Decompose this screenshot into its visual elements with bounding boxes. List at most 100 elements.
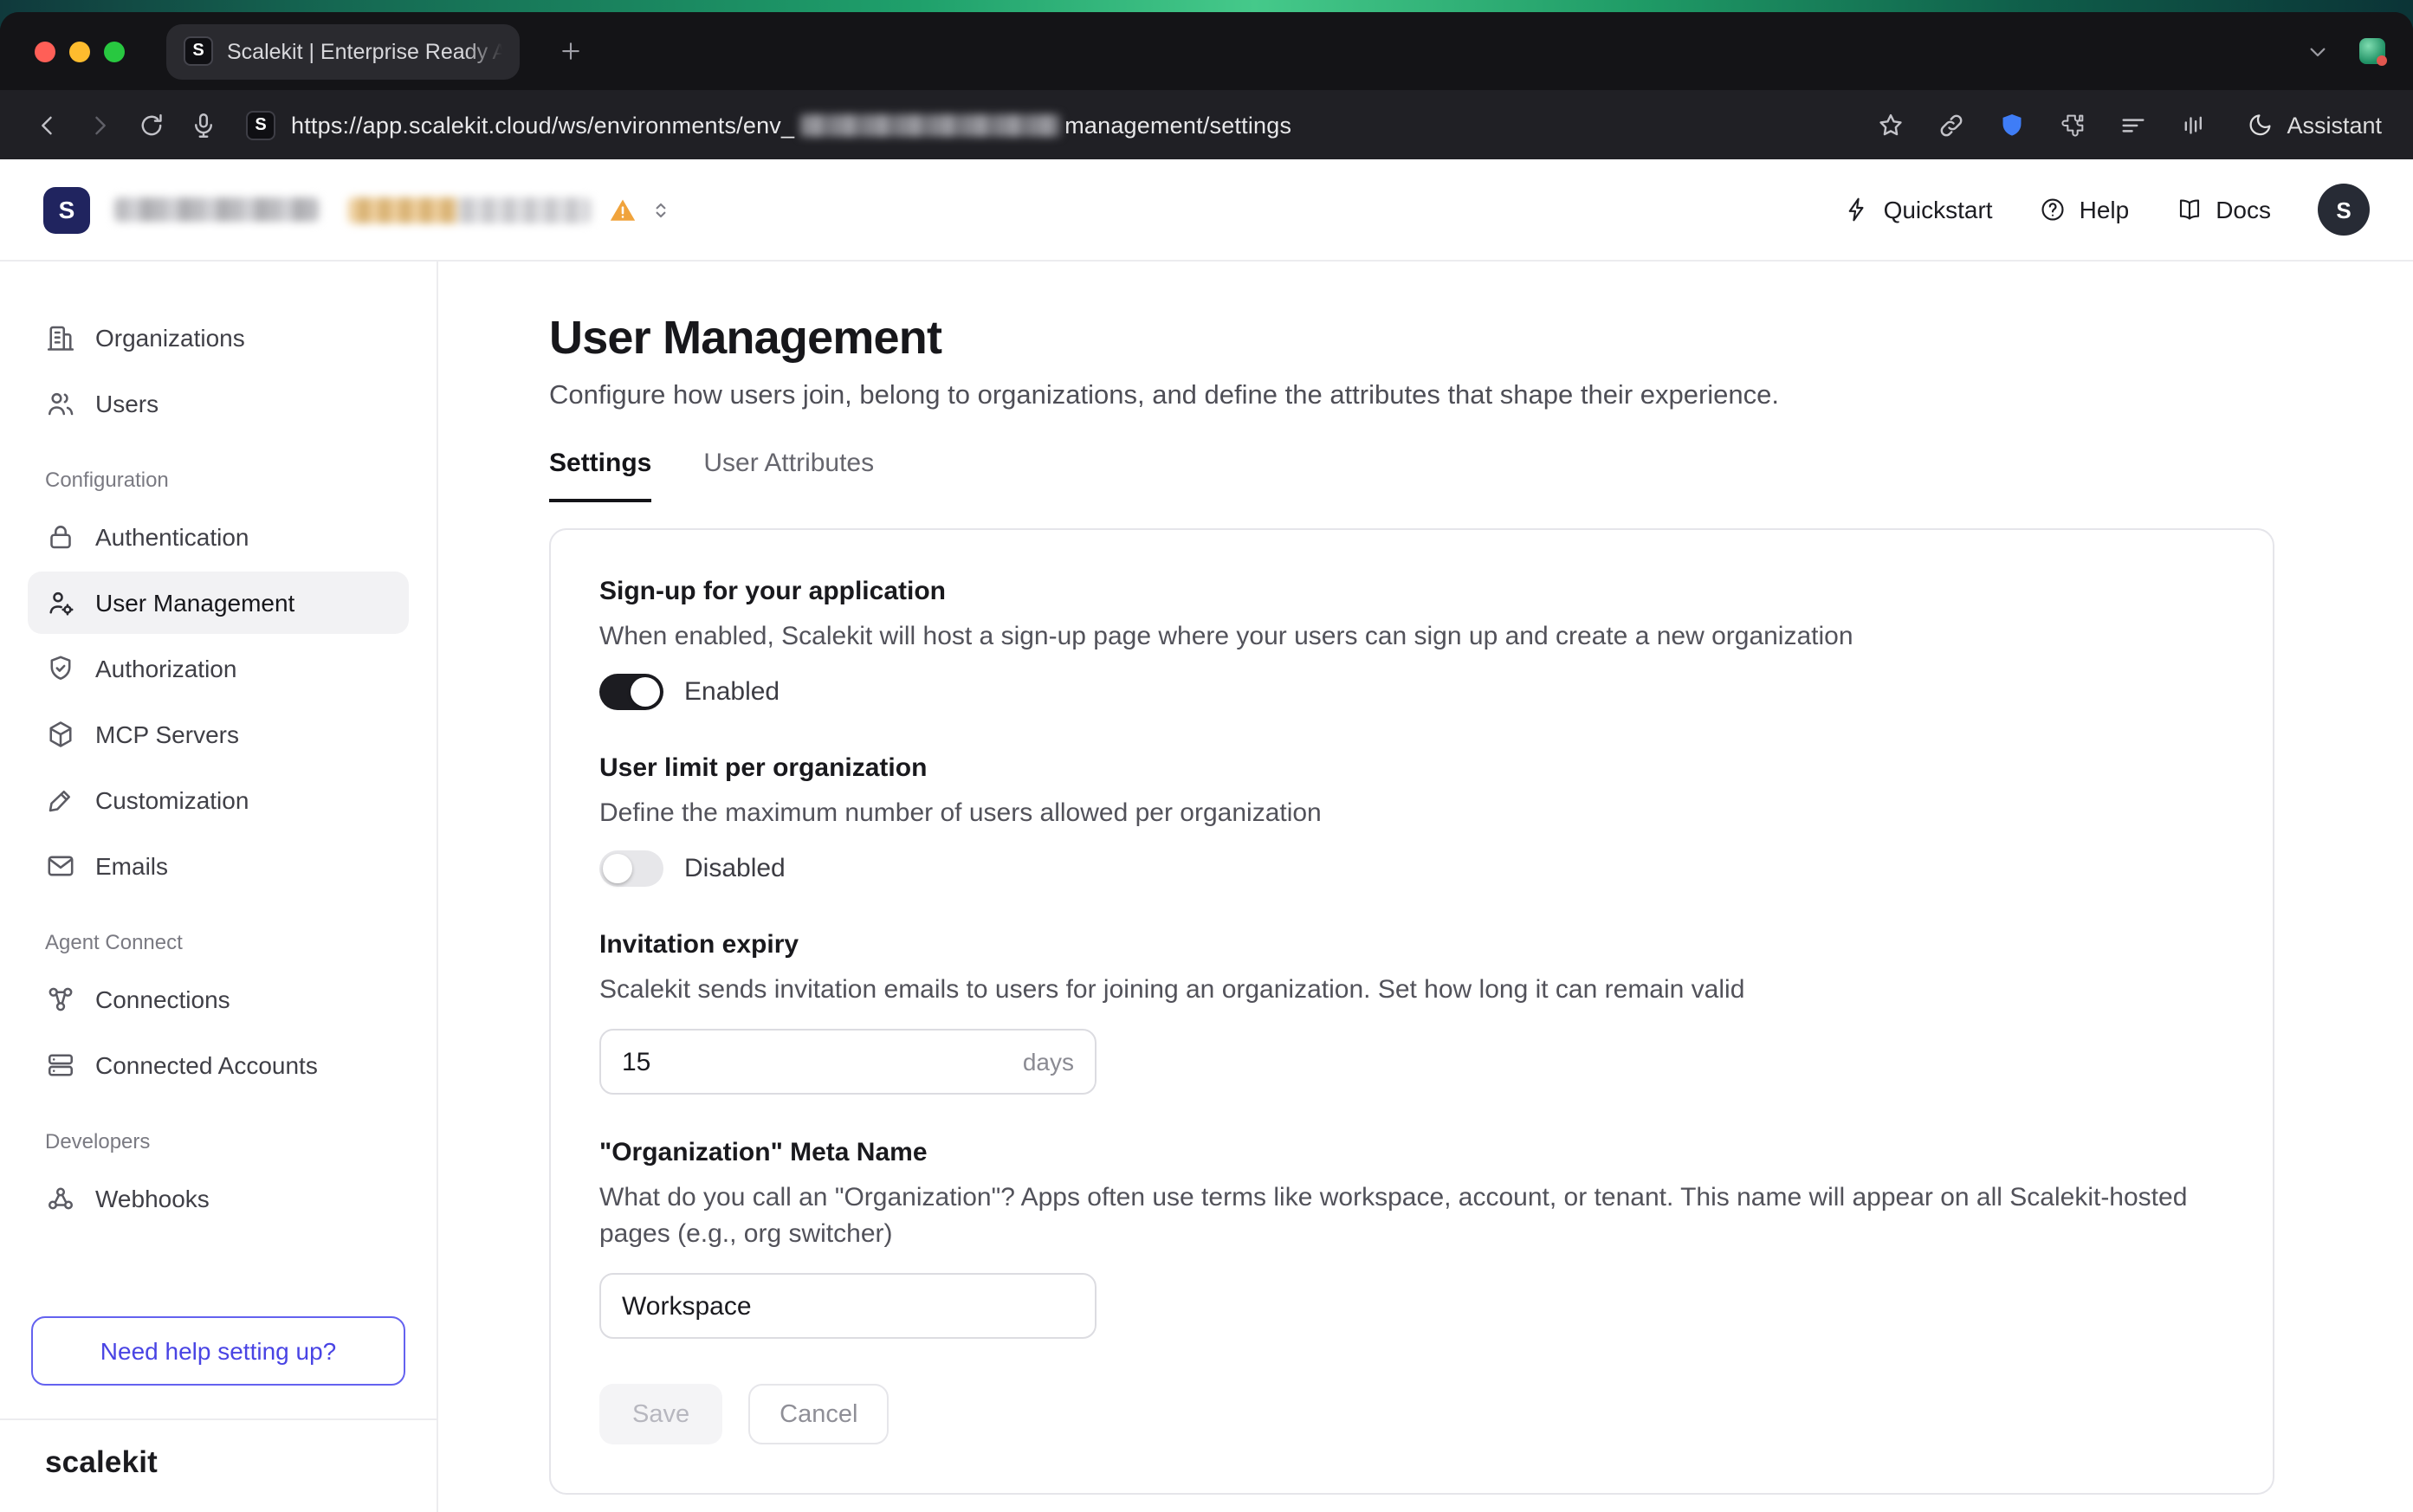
sidebar-item-label: Emails	[95, 852, 168, 880]
sidebar-item-label: Authorization	[95, 655, 236, 682]
org-meta-name-field	[599, 1273, 1097, 1339]
setting-title: User limit per organization	[599, 752, 2224, 786]
nodes-icon	[45, 984, 76, 1015]
sidebar-item-customization[interactable]: Customization	[28, 769, 409, 831]
adblock-shield-icon[interactable]	[1985, 99, 2037, 151]
docs-button[interactable]: Docs	[2176, 196, 2271, 223]
building-icon	[45, 322, 76, 353]
main-content: User Management Configure how users join…	[438, 262, 2413, 1512]
warning-icon	[608, 195, 637, 224]
profile-extension-icon[interactable]	[2359, 38, 2385, 64]
equalizer-icon[interactable]	[2167, 99, 2219, 151]
setting-invitation-expiry: Invitation expiry Scalekit sends invitat…	[599, 928, 2224, 1095]
lock-icon	[45, 521, 76, 552]
sidebar-section-developers: Developers	[45, 1129, 391, 1153]
sidebar-item-webhooks[interactable]: Webhooks	[28, 1167, 409, 1230]
extensions-puzzle-icon[interactable]	[2046, 99, 2098, 151]
address-bar[interactable]: S https://app.scalekit.cloud/ws/environm…	[246, 110, 1864, 139]
settings-card: Sign-up for your application When enable…	[549, 528, 2274, 1495]
sidebar-section-agent-connect: Agent Connect	[45, 930, 391, 954]
sidebar-item-connections[interactable]: Connections	[28, 968, 409, 1031]
envelope-icon	[45, 850, 76, 882]
scalekit-favicon: S	[184, 36, 213, 66]
cancel-button[interactable]: Cancel	[748, 1384, 889, 1444]
sidebar-item-emails[interactable]: Emails	[28, 835, 409, 897]
sidebar-item-label: Authentication	[95, 523, 249, 551]
user-limit-toggle[interactable]	[599, 850, 663, 886]
sidebar-item-label: MCP Servers	[95, 720, 239, 748]
reading-list-icon[interactable]	[2106, 99, 2158, 151]
save-button[interactable]: Save	[599, 1384, 722, 1444]
input-suffix: days	[1023, 1048, 1074, 1076]
browser-window: S Scalekit | Enterprise Ready A S https:…	[0, 12, 2413, 1512]
sidebar: Organizations Users Configuration Authen…	[0, 262, 438, 1512]
url-prefix: https://app.scalekit.cloud/ws/environmen…	[291, 112, 794, 138]
page-subtitle: Configure how users join, belong to orga…	[549, 381, 2413, 412]
url-suffix: management/settings	[1064, 112, 1291, 138]
quickstart-button[interactable]: Quickstart	[1844, 196, 1993, 223]
tab-user-attributes[interactable]: User Attributes	[703, 449, 874, 502]
browser-toolbar: S https://app.scalekit.cloud/ws/environm…	[0, 90, 2413, 159]
need-help-button[interactable]: Need help setting up?	[31, 1316, 405, 1386]
url-text: https://app.scalekit.cloud/ws/environmen…	[291, 112, 1291, 138]
sidebar-item-authorization[interactable]: Authorization	[28, 637, 409, 700]
tab-search-chevron-icon[interactable]	[2304, 37, 2332, 65]
setting-title: Invitation expiry	[599, 928, 2224, 963]
setting-description: What do you call an "Organization"? Apps…	[599, 1179, 2224, 1252]
sidebar-item-mcp-servers[interactable]: MCP Servers	[28, 703, 409, 766]
server-cube-icon	[45, 719, 76, 750]
setting-description: Scalekit sends invitation emails to user…	[599, 972, 2224, 1008]
page-title: User Management	[549, 308, 2413, 367]
scalekit-wordmark: scalekit	[45, 1444, 158, 1479]
sidebar-item-user-management[interactable]: User Management	[28, 572, 409, 634]
traffic-lights	[35, 41, 125, 61]
new-tab-button[interactable]	[547, 29, 592, 74]
users-icon	[45, 388, 76, 419]
forward-button[interactable]	[73, 99, 125, 151]
setting-description: Define the maximum number of users allow…	[599, 795, 2224, 831]
invitation-expiry-input[interactable]	[622, 1047, 1009, 1076]
assistant-button[interactable]: Assistant	[2236, 111, 2392, 139]
signup-toggle[interactable]	[599, 673, 663, 709]
toggle-state-label: Disabled	[684, 853, 786, 882]
scalekit-app: S Quickstart Help	[0, 159, 2413, 1512]
lightning-icon	[1844, 196, 1872, 223]
environment-switcher-caret-icon[interactable]	[650, 198, 672, 221]
bookmark-star-icon[interactable]	[1864, 99, 1916, 151]
help-button[interactable]: Help	[2040, 196, 2130, 223]
reload-button[interactable]	[125, 99, 177, 151]
sidebar-item-label: Users	[95, 390, 158, 417]
sidebar-item-label: Connections	[95, 985, 230, 1013]
sidebar-item-label: Webhooks	[95, 1185, 210, 1212]
back-button[interactable]	[21, 99, 73, 151]
assistant-icon	[2247, 111, 2274, 139]
book-icon	[2176, 196, 2203, 223]
environment-name-redacted[interactable]	[348, 197, 591, 223]
sidebar-section-configuration: Configuration	[45, 468, 391, 492]
url-redacted-segment	[799, 113, 1059, 136]
setting-description: When enabled, Scalekit will host a sign-…	[599, 618, 2224, 655]
tab-settings[interactable]: Settings	[549, 449, 651, 502]
setting-user-limit: User limit per organization Define the m…	[599, 752, 2224, 887]
assistant-label: Assistant	[2287, 112, 2382, 138]
org-meta-name-input[interactable]	[622, 1291, 1074, 1321]
copy-link-icon[interactable]	[1925, 99, 1976, 151]
app-header: S Quickstart Help	[0, 159, 2413, 262]
sidebar-item-authentication[interactable]: Authentication	[28, 506, 409, 568]
browser-tab[interactable]: S Scalekit | Enterprise Ready A	[166, 23, 520, 79]
sidebar-item-organizations[interactable]: Organizations	[28, 307, 409, 369]
zoom-window-button[interactable]	[104, 41, 125, 61]
close-window-button[interactable]	[35, 41, 55, 61]
content-tabs: Settings User Attributes	[549, 449, 2413, 502]
mic-icon[interactable]	[177, 99, 229, 151]
minimize-window-button[interactable]	[69, 41, 90, 61]
sidebar-item-users[interactable]: Users	[28, 372, 409, 435]
user-avatar[interactable]: S	[2318, 184, 2370, 236]
scalekit-logo: S	[43, 186, 90, 233]
sidebar-item-connected-accounts[interactable]: Connected Accounts	[28, 1034, 409, 1096]
shield-check-icon	[45, 653, 76, 684]
invitation-expiry-field: days	[599, 1029, 1097, 1095]
webhook-icon	[45, 1183, 76, 1214]
desktop: S Scalekit | Enterprise Ready A S https:…	[0, 0, 2413, 1512]
stack-icon	[45, 1050, 76, 1081]
